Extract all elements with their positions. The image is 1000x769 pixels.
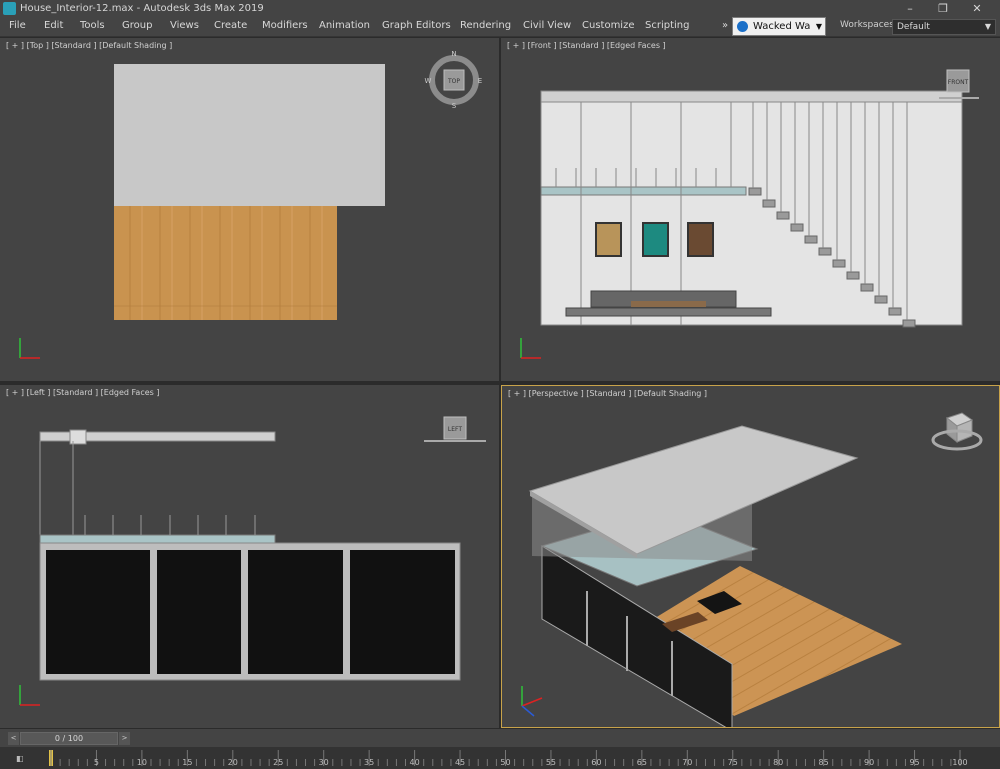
viewcube-left[interactable]: LEFT [420, 413, 490, 453]
menu-rendering[interactable]: Rendering [460, 20, 511, 31]
menu-civil-view[interactable]: Civil View [523, 20, 571, 31]
time-slider-thumb[interactable]: 0 / 100 [20, 732, 118, 745]
time-slider-bar [0, 729, 1000, 747]
menu-scripting[interactable]: Scripting [645, 20, 689, 31]
viewcube-label-front: FRONT [948, 79, 969, 86]
menu-edit[interactable]: Edit [44, 20, 63, 31]
key-mode-icon[interactable]: ◧ [16, 754, 24, 763]
menu-animation[interactable]: Animation [319, 20, 370, 31]
viewcube-front[interactable]: FRONT [939, 66, 979, 106]
viewcube-label-left: LEFT [448, 426, 462, 433]
viewcube-compass[interactable]: TOP N S E W [424, 50, 484, 110]
user-icon [737, 21, 748, 32]
menu-modifiers[interactable]: Modifiers [262, 20, 308, 31]
workspace-value: Default [897, 22, 930, 32]
perspective-scene [521, 425, 902, 727]
tick-label: 15 [182, 758, 193, 767]
tick-label: 80 [773, 758, 784, 767]
menu-views[interactable]: Views [170, 20, 199, 31]
tick-label: 50 [500, 758, 511, 767]
svg-text:S: S [452, 102, 457, 110]
menu-create[interactable]: Create [214, 20, 247, 31]
svg-text:N: N [451, 50, 456, 58]
picture-frame-2 [642, 222, 669, 257]
tick-label: 45 [454, 758, 466, 767]
menu-tools[interactable]: Tools [80, 20, 105, 31]
tick-label: 5 [93, 758, 99, 767]
chevron-down-icon: ▼ [815, 22, 822, 31]
title-bar: House_Interior-12.max - Autodesk 3ds Max… [0, 0, 1000, 17]
menu-group[interactable]: Group [122, 20, 152, 31]
menu-customize[interactable]: Customize [582, 20, 635, 31]
user-name: Wacked Wa [753, 21, 811, 32]
frame-display: 0 / 100 [54, 734, 84, 743]
tick-label: 35 [364, 758, 375, 767]
mezzanine-slab [540, 186, 747, 196]
workspaces-label: Workspaces: [840, 20, 897, 30]
tick-label: 65 [636, 758, 647, 767]
tick-label: 25 [273, 758, 284, 767]
tick-label: 90 [864, 758, 875, 767]
app-window: House_Interior-12.max - Autodesk 3ds Max… [0, 0, 1000, 769]
close-button[interactable]: ✕ [962, 0, 992, 17]
svg-text:W: W [425, 77, 432, 85]
viewport-perspective[interactable]: [ + ] [Perspective ] [Standard ] [Defaul… [501, 385, 1000, 728]
tick-label: 55 [545, 758, 557, 767]
picture-frame-1 [595, 222, 622, 257]
menu-graph-editors[interactable]: Graph Editors [382, 20, 451, 31]
tick-label: 30 [318, 758, 329, 767]
menu-overflow-button[interactable]: » [722, 20, 728, 31]
tick-label: 100 [952, 758, 968, 767]
tick-label: 75 [727, 758, 738, 767]
tick-label: 85 [818, 758, 829, 767]
viewcube-perspective[interactable] [927, 408, 987, 458]
viewcube-label-top: TOP [447, 78, 460, 85]
floor-wood [114, 206, 337, 320]
roof-slab [114, 64, 385, 206]
workspace-select[interactable]: Default ▼ [892, 19, 996, 35]
minimize-button[interactable]: – [895, 0, 925, 17]
viewport-front[interactable]: [ + ] [Front ] [Standard ] [Edged Faces … [501, 38, 1000, 381]
window-title: House_Interior-12.max - Autodesk 3ds Max… [20, 3, 264, 14]
time-next-button[interactable]: > [119, 732, 130, 745]
tick-label: 40 [409, 758, 420, 767]
tick-label: 60 [591, 758, 602, 767]
chevron-down-icon: ▼ [984, 22, 991, 31]
tick-label: 10 [136, 758, 147, 767]
menu-file[interactable]: File [9, 20, 26, 31]
picture-frame-3 [687, 222, 714, 257]
tick-label: 95 [909, 758, 920, 767]
viewport-left[interactable]: [ + ] [Left ] [Standard ] [Edged Faces ] [0, 385, 499, 728]
app-logo-icon [3, 2, 16, 15]
user-account-dropdown[interactable]: Wacked Wa ▼ [732, 17, 826, 36]
time-prev-button[interactable]: < [8, 732, 19, 745]
back-wall [540, 90, 963, 326]
svg-text:E: E [478, 77, 482, 85]
tick-label: 70 [682, 758, 693, 767]
viewport-top[interactable]: [ + ] [Top ] [Standard ] [Default Shadin… [0, 38, 499, 381]
maximize-button[interactable]: ❐ [928, 0, 958, 17]
front-view-scene [520, 90, 963, 359]
tick-label: 20 [227, 758, 238, 767]
